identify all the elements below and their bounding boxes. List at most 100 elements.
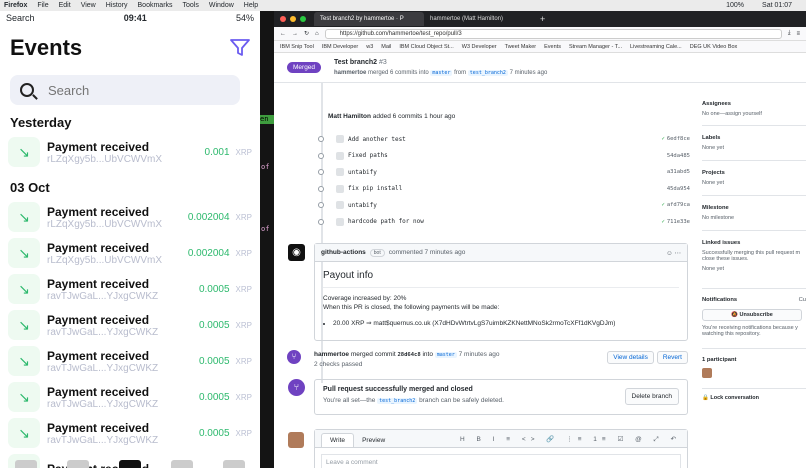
commit-message[interactable]: untabify [348, 202, 662, 209]
commit-avatar[interactable] [336, 151, 344, 160]
milestone-heading[interactable]: Milestone [702, 205, 806, 211]
commit-sha[interactable]: a31abd5 [667, 169, 690, 175]
merge-sha[interactable]: 28d64c8 [397, 352, 420, 358]
reload-icon[interactable]: ↻ [304, 30, 309, 37]
menu-edit[interactable]: Edit [59, 0, 71, 11]
bookmark-item[interactable]: Mail [381, 44, 391, 50]
back-icon[interactable]: ← [280, 31, 286, 37]
projects-heading[interactable]: Projects [702, 170, 806, 176]
commit-avatar[interactable] [336, 217, 344, 226]
menu-window[interactable]: Window [209, 0, 234, 11]
menu-app-firefox[interactable]: Firefox [4, 0, 27, 11]
revert-button[interactable]: Revert [656, 351, 688, 364]
github-actions-avatar[interactable]: ◉ [288, 244, 305, 261]
battery-percent[interactable]: 100% [726, 0, 744, 11]
menu-file[interactable]: File [37, 0, 48, 11]
tab-profile[interactable] [171, 460, 193, 468]
event-list-item[interactable]: ↘ Payment received ravTJwGaL...YJxgCWKZ 0.0… [0, 307, 260, 343]
commit-sha[interactable]: afd79ca [662, 202, 690, 208]
tab-events[interactable] [119, 460, 141, 468]
bookmark-item[interactable]: DEG UK Video Box [690, 44, 738, 50]
comment-menu-icon[interactable]: ☺ ⋯ [666, 249, 681, 257]
tab-home[interactable] [15, 460, 37, 468]
merge-user[interactable]: hammertoe [314, 351, 349, 358]
assignees-value[interactable]: No one—assign yourself [702, 111, 806, 117]
comment-when[interactable]: commented 7 minutes ago [389, 249, 466, 256]
commits-user[interactable]: Matt Hamilton [328, 113, 371, 120]
bookmark-item[interactable]: IBM Cloud Object St... [399, 44, 453, 50]
commit-message[interactable]: Fixed paths [348, 152, 667, 159]
browser-tab-profile[interactable]: hammertoe (Matt Hamilton) [424, 12, 534, 26]
head-branch[interactable]: test_branch2 [467, 70, 508, 76]
lock-conversation-link[interactable]: Lock conversation [710, 395, 759, 401]
participant-avatar[interactable] [702, 368, 712, 378]
minimize-window-button[interactable] [290, 16, 296, 22]
search-bar[interactable] [10, 75, 240, 105]
base-branch[interactable]: master [430, 70, 453, 76]
menu-icon[interactable]: ≡ [796, 31, 800, 37]
commit-row[interactable]: Add another test6edf8ce [318, 132, 690, 146]
bookmark-item[interactable]: w3 [366, 44, 373, 50]
bookmark-item[interactable]: IBM Snip Tool [280, 44, 314, 50]
linked-issues-heading[interactable]: Linked issues [702, 240, 806, 246]
commit-avatar[interactable] [336, 184, 344, 193]
event-list-item[interactable]: ↘ Payment received ravTJwGaL...YJxgCWKZ 0.0… [0, 343, 260, 379]
search-input[interactable] [48, 82, 208, 98]
bookmark-item[interactable]: IBM Developer [322, 44, 358, 50]
commit-avatar[interactable] [336, 168, 344, 176]
url-bar[interactable]: https://github.com/hammertoe/test_repo/p… [324, 28, 782, 39]
assignees-heading[interactable]: Assignees [702, 101, 806, 107]
tab-settings[interactable] [223, 460, 245, 468]
commit-sha[interactable]: 45da954 [667, 186, 690, 192]
bookmark-item[interactable]: Livestreaming Cale... [630, 44, 682, 50]
menu-bookmarks[interactable]: Bookmarks [138, 0, 173, 11]
comment-textarea[interactable]: Leave a comment [321, 454, 681, 468]
commit-row[interactable]: hardcode path for now711e33e [318, 215, 690, 229]
commit-message[interactable]: Add another test [348, 136, 662, 143]
unsubscribe-button[interactable]: 🔕 Unsubscribe [702, 309, 802, 321]
avatar[interactable] [288, 432, 304, 448]
event-list-item[interactable]: ↘ Payment received ravTJwGaL...YJxgCWKZ 0.0… [0, 271, 260, 307]
commit-avatar[interactable] [336, 201, 344, 209]
comment-author[interactable]: github-actions [321, 249, 366, 256]
view-details-button[interactable]: View details [607, 351, 654, 364]
commit-message[interactable]: hardcode path for now [348, 218, 662, 225]
event-list-item[interactable]: ↘ Payment received rLZqXgy5b...UbVCWVmX 0.0… [0, 199, 260, 235]
menu-help[interactable]: Help [244, 0, 258, 11]
tab-wallet[interactable] [67, 460, 89, 468]
menu-view[interactable]: View [81, 0, 96, 11]
customize-link[interactable]: Cu [799, 297, 806, 303]
new-tab-icon[interactable]: + [540, 14, 545, 24]
commit-sha[interactable]: 6edf8ce [662, 136, 690, 142]
event-list-item[interactable]: ↘ Payment received rLZqXgy5b...UbVCWVmX 0.0… [0, 134, 260, 170]
event-list-item[interactable]: ↘ Payment received ravTJwGaL...YJxgCWKZ 0.0… [0, 415, 260, 451]
event-list-item[interactable]: ↘ Payment received ravTJwGaL...YJxgCWKZ 0.0… [0, 379, 260, 415]
event-list-item[interactable]: ↘ Payment received rLZqXgy5b...UbVCWVmX 0.0… [0, 235, 260, 271]
bookmark-item[interactable]: Stream Manager - T... [569, 44, 622, 50]
commit-row[interactable]: untabifyafd79ca [318, 198, 690, 212]
delete-branch-button[interactable]: Delete branch [624, 388, 679, 405]
commit-row[interactable]: Fixed paths 54da485 [318, 149, 690, 163]
tab-write[interactable]: Write [321, 433, 355, 447]
labels-heading[interactable]: Labels [702, 135, 806, 141]
pr-author[interactable]: hammertoe [334, 70, 366, 76]
forward-icon[interactable]: → [292, 31, 298, 37]
commit-message[interactable]: untabify [348, 169, 667, 176]
merge-when[interactable]: 7 minutes ago [459, 351, 500, 358]
status-back-search[interactable]: Search [6, 13, 35, 23]
zoom-window-button[interactable] [300, 16, 306, 22]
home-icon[interactable]: ⌂ [315, 31, 319, 37]
menu-tools[interactable]: Tools [183, 0, 199, 11]
download-icon[interactable]: ⤓ [788, 30, 791, 37]
merge-branch[interactable]: master [434, 352, 457, 358]
filter-icon[interactable] [230, 39, 250, 57]
markdown-toolbar[interactable]: H B I ≡ <> 🔗 ⋮≡ 1≡ ☑ @ ⤢ ↶ [460, 435, 681, 444]
commit-sha[interactable]: 54da485 [667, 153, 690, 159]
commit-sha[interactable]: 711e33e [662, 219, 690, 225]
browser-tab-pr[interactable]: Test branch2 by hammertoe · P [314, 12, 424, 26]
commit-row[interactable]: fix pip install 45da954 [318, 182, 690, 196]
bookmark-item[interactable]: Tweet Maker [505, 44, 536, 50]
close-window-button[interactable] [280, 16, 286, 22]
commit-message[interactable]: fix pip install [348, 185, 667, 192]
tab-preview[interactable]: Preview [354, 434, 393, 447]
